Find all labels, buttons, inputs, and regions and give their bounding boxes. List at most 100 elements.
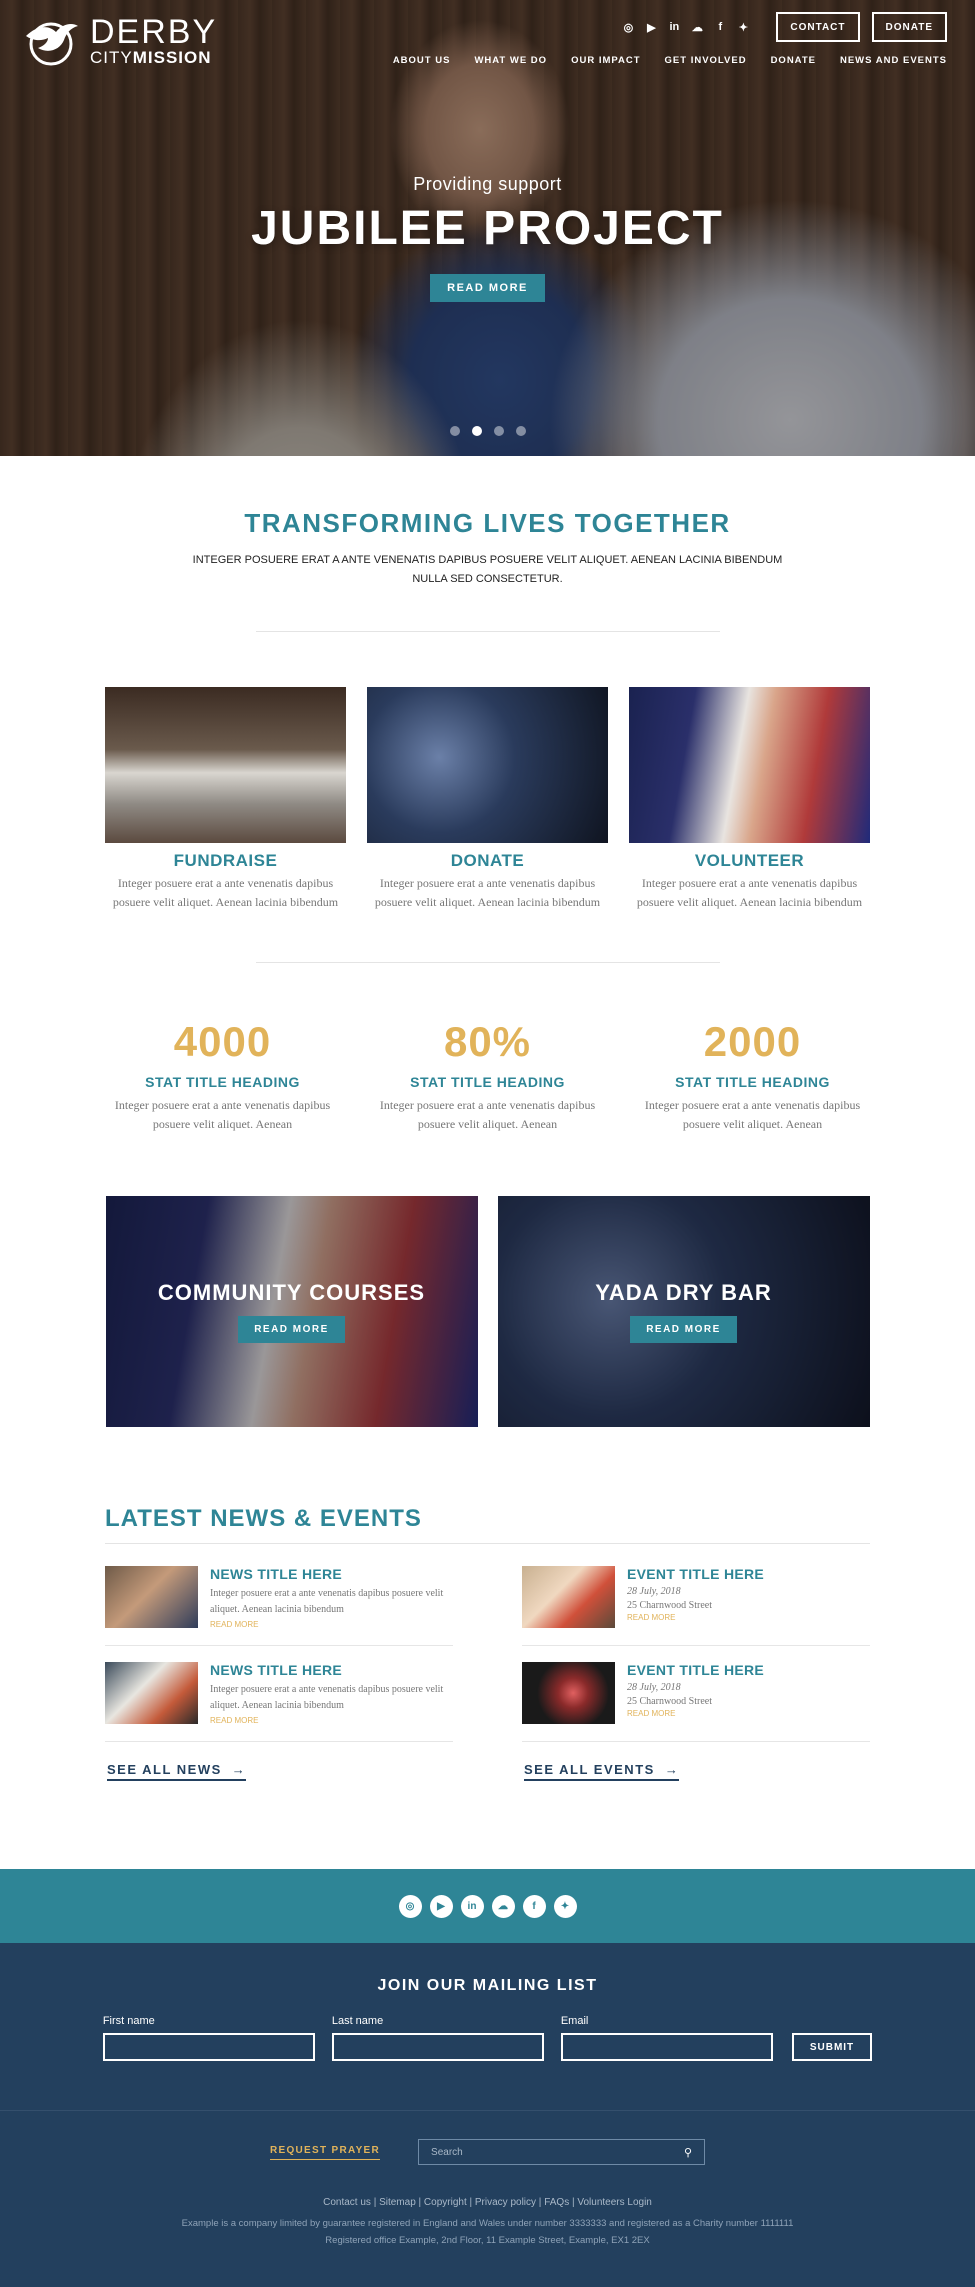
- instagram-icon[interactable]: ◎: [398, 1894, 422, 1918]
- stat-number: 4000: [173, 1018, 272, 1065]
- nav-donate[interactable]: DONATE: [771, 55, 816, 66]
- separator: |: [466, 2197, 475, 2208]
- news-title[interactable]: NEWS TITLE HERE: [210, 1662, 453, 1678]
- nav-about-us[interactable]: ABOUT US: [393, 55, 451, 66]
- event-item[interactable]: EVENT TITLE HERE 28 July, 2018 25 Charnw…: [522, 1662, 870, 1742]
- event-title[interactable]: EVENT TITLE HERE: [627, 1566, 764, 1582]
- card-volunteer[interactable]: VOLUNTEER Integer posuere erat a ante ve…: [629, 687, 870, 912]
- news-title[interactable]: NEWS TITLE HERE: [210, 1566, 453, 1582]
- request-prayer-link[interactable]: REQUEST PRAYER: [269, 2145, 381, 2160]
- twitter-icon[interactable]: ✦: [736, 20, 750, 34]
- email-label: Email: [560, 2015, 589, 2027]
- separator: |: [536, 2197, 545, 2208]
- first-name-group: First name: [102, 2015, 315, 2061]
- snapchat-icon[interactable]: ☁: [690, 20, 704, 34]
- hero-section: DERBY CITYMISSION ◎ ▶ in ☁ f ✦ CONTACT D…: [0, 0, 975, 456]
- email-field[interactable]: [560, 2033, 773, 2061]
- facebook-icon[interactable]: f: [713, 20, 727, 34]
- footer-link-contact-us[interactable]: Contact us: [323, 2197, 371, 2208]
- stat-number: 80%: [443, 1018, 532, 1065]
- last-name-field[interactable]: [331, 2033, 544, 2061]
- main-nav: ABOUT US WHAT WE DO OUR IMPACT GET INVOL…: [393, 55, 947, 66]
- feature-tiles: COMMUNITY COURSES READ MORE YADA DRY BAR…: [0, 1196, 975, 1427]
- youtube-icon[interactable]: ▶: [429, 1894, 453, 1918]
- youtube-icon[interactable]: ▶: [644, 20, 658, 34]
- logo-city: CITY: [90, 48, 133, 67]
- stat-text: Integer posuere erat a ante venenatis da…: [114, 1098, 331, 1131]
- hero-read-more-button[interactable]: READ MORE: [430, 274, 545, 302]
- logo[interactable]: DERBY CITYMISSION: [22, 15, 217, 68]
- card-title[interactable]: FUNDRAISE: [105, 851, 346, 871]
- tile-read-more-button[interactable]: READ MORE: [630, 1316, 737, 1343]
- stat-text: Integer posuere erat a ante venenatis da…: [379, 1098, 596, 1131]
- nav-news-and-events[interactable]: NEWS AND EVENTS: [840, 55, 947, 66]
- footer: REQUEST PRAYER ⚲ Contact us | Sitemap | …: [0, 2110, 975, 2287]
- news-columns: NEWS TITLE HERE Integer posuere erat a a…: [105, 1566, 870, 1781]
- action-cards: FUNDRAISE Integer posuere erat a ante ve…: [0, 687, 975, 912]
- card-image: [105, 687, 346, 843]
- footer-top-row: REQUEST PRAYER ⚲: [0, 2111, 975, 2165]
- see-all-events-link[interactable]: SEE ALL EVENTS →: [524, 1762, 680, 1781]
- email-group: Email: [560, 2015, 773, 2061]
- event-thumbnail: [522, 1662, 615, 1724]
- stat-number: 2000: [703, 1018, 802, 1065]
- footer-link-faqs[interactable]: FAQs: [544, 2197, 569, 2208]
- linkedin-icon[interactable]: in: [460, 1894, 484, 1918]
- slider-dot-3[interactable]: [493, 426, 504, 436]
- news-item[interactable]: NEWS TITLE HERE Integer posuere erat a a…: [105, 1662, 453, 1742]
- event-title[interactable]: EVENT TITLE HERE: [627, 1662, 764, 1678]
- news-thumbnail: [105, 1662, 198, 1724]
- search-input[interactable]: [431, 2146, 672, 2158]
- card-title[interactable]: DONATE: [367, 851, 608, 871]
- snapchat-icon[interactable]: ☁: [491, 1894, 515, 1918]
- event-address: 25 Charnwood Street: [627, 1696, 712, 1707]
- event-item[interactable]: EVENT TITLE HERE 28 July, 2018 25 Charnw…: [522, 1566, 870, 1646]
- company-info: Example is a company limited by guarante…: [181, 2218, 794, 2229]
- instagram-icon[interactable]: ◎: [621, 20, 635, 34]
- slider-dot-4[interactable]: [515, 426, 526, 436]
- footer-link-copyright[interactable]: Copyright: [424, 2197, 467, 2208]
- hero-title: JUBILEE PROJECT: [251, 202, 724, 255]
- event-read-more-link[interactable]: READ MORE: [627, 1709, 764, 1718]
- mailing-form: First name Last name Email SUBMIT: [0, 2015, 975, 2061]
- tile-community-courses[interactable]: COMMUNITY COURSES READ MORE: [105, 1196, 478, 1427]
- see-all-news-link[interactable]: SEE ALL NEWS →: [107, 1762, 247, 1781]
- contact-button[interactable]: CONTACT: [776, 12, 860, 42]
- donate-header-button[interactable]: DONATE: [871, 12, 947, 42]
- nav-get-involved[interactable]: GET INVOLVED: [665, 55, 747, 66]
- dove-logo-icon: [26, 22, 78, 66]
- event-thumbnail: [522, 1566, 615, 1628]
- divider: [255, 962, 720, 963]
- stat-text: Integer posuere erat a ante venenatis da…: [644, 1098, 861, 1131]
- submit-button[interactable]: SUBMIT: [791, 2033, 873, 2061]
- nav-what-we-do[interactable]: WHAT WE DO: [474, 55, 547, 66]
- slider-dot-1[interactable]: [449, 426, 460, 436]
- search-icon[interactable]: ⚲: [684, 2146, 692, 2159]
- news-item[interactable]: NEWS TITLE HERE Integer posuere erat a a…: [105, 1566, 453, 1646]
- hero-caption: Providing support JUBILEE PROJECT READ M…: [0, 174, 975, 302]
- stat-item: 2000 STAT TITLE HEADING Integer posuere …: [630, 1018, 875, 1134]
- nav-our-impact[interactable]: OUR IMPACT: [571, 55, 640, 66]
- logo-text: DERBY CITYMISSION: [90, 15, 217, 68]
- mailing-list-section: JOIN OUR MAILING LIST First name Last na…: [0, 1943, 975, 2110]
- tile-yada-dry-bar[interactable]: YADA DRY BAR READ MORE: [497, 1196, 870, 1427]
- event-read-more-link[interactable]: READ MORE: [627, 1613, 764, 1622]
- card-fundraise[interactable]: FUNDRAISE Integer posuere erat a ante ve…: [105, 687, 346, 912]
- footer-link-volunteers-login[interactable]: Volunteers Login: [577, 2197, 652, 2208]
- news-read-more-link[interactable]: READ MORE: [210, 1716, 453, 1725]
- news-read-more-link[interactable]: READ MORE: [210, 1620, 453, 1629]
- header-social-links: ◎ ▶ in ☁ f ✦: [621, 20, 750, 34]
- slider-dot-2[interactable]: [471, 426, 482, 436]
- card-title[interactable]: VOLUNTEER: [629, 851, 870, 871]
- stat-item: 80% STAT TITLE HEADING Integer posuere e…: [365, 1018, 610, 1134]
- tile-read-more-button[interactable]: READ MORE: [238, 1316, 345, 1343]
- linkedin-icon[interactable]: in: [667, 20, 681, 34]
- twitter-icon[interactable]: ✦: [553, 1894, 577, 1918]
- slider-dots: [0, 426, 975, 436]
- news-excerpt: Integer posuere erat a ante venenatis da…: [210, 1684, 444, 1711]
- card-donate[interactable]: DONATE Integer posuere erat a ante venen…: [367, 687, 608, 912]
- first-name-field[interactable]: [102, 2033, 315, 2061]
- footer-link-sitemap[interactable]: Sitemap: [379, 2197, 416, 2208]
- footer-link-privacy[interactable]: Privacy policy: [475, 2197, 536, 2208]
- facebook-icon[interactable]: f: [522, 1894, 546, 1918]
